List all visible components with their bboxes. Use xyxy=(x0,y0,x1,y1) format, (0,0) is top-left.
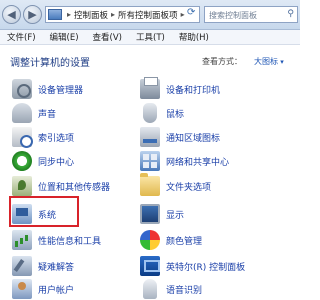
search-icon[interactable]: ⚲ xyxy=(287,9,294,19)
arrow-left-icon: ◀ xyxy=(7,8,16,21)
address-bar: ◀ ▶ ▸ 控制面板 ▸ 所有控制面板项 ▸ ⟳ 搜索控制面板 ⚲ xyxy=(0,0,300,30)
notification-area-icon xyxy=(140,127,160,147)
item-label: 性能信息和工具 xyxy=(38,236,102,247)
item-sound[interactable]: 声音 xyxy=(12,102,56,124)
breadcrumb-all-items[interactable]: 所有控制面板项 xyxy=(118,9,178,21)
item-user-accounts[interactable]: 用户帐户 xyxy=(12,278,74,300)
arrow-right-icon: ▶ xyxy=(28,8,37,21)
item-label: 声音 xyxy=(38,109,57,120)
performance-icon xyxy=(12,230,32,250)
menu-edit[interactable]: 编辑(E) xyxy=(43,31,86,43)
breadcrumb-separator-icon[interactable]: ▸ xyxy=(111,10,115,19)
item-location[interactable]: 位置和其他传感器 xyxy=(12,175,110,197)
item-device-manager[interactable]: 设备管理器 xyxy=(12,78,83,100)
item-label: 位置和其他传感器 xyxy=(38,182,111,193)
folder-icon xyxy=(140,173,160,196)
breadcrumb[interactable]: ▸ 控制面板 ▸ 所有控制面板项 ▸ xyxy=(45,6,200,23)
breadcrumb-separator-icon[interactable]: ▸ xyxy=(181,10,185,19)
display-icon xyxy=(140,204,160,224)
item-label: 疑难解答 xyxy=(38,262,75,273)
view-by-label: 查看方式： xyxy=(202,57,242,66)
indexing-icon xyxy=(12,127,33,148)
printer-icon xyxy=(140,77,160,99)
search-input[interactable]: 搜索控制面板 ⚲ xyxy=(204,6,298,23)
item-label: 颜色管理 xyxy=(166,236,203,247)
item-label: 系统 xyxy=(38,210,57,221)
view-by-dropdown[interactable]: 大图标 xyxy=(254,56,284,67)
sync-center-icon xyxy=(12,151,32,171)
item-label: 文件夹选项 xyxy=(166,182,212,193)
item-label: 用户帐户 xyxy=(38,285,75,296)
breadcrumb-control-panel[interactable]: 控制面板 xyxy=(74,9,108,21)
back-button[interactable]: ◀ xyxy=(2,5,21,24)
network-icon xyxy=(140,151,160,171)
troubleshooting-icon xyxy=(12,256,32,276)
item-label: 同步中心 xyxy=(38,157,75,168)
item-display[interactable]: 显示 xyxy=(140,203,184,225)
item-folder-options[interactable]: 文件夹选项 xyxy=(140,173,212,197)
location-icon xyxy=(12,176,32,196)
item-label: 设备管理器 xyxy=(38,85,84,96)
menu-tools[interactable]: 工具(T) xyxy=(129,31,172,43)
refresh-icon[interactable]: ⟳ xyxy=(187,7,195,18)
item-color-management[interactable]: 颜色管理 xyxy=(140,229,202,251)
item-label: 显示 xyxy=(166,210,185,221)
sound-icon xyxy=(12,103,32,123)
item-label: 语音识别 xyxy=(166,285,203,296)
item-label: 英特尔(R) 控制面板 xyxy=(166,262,246,273)
menu-bar: 文件(F) 编辑(E) 查看(V) 工具(T) 帮助(H) xyxy=(0,30,300,45)
breadcrumb-separator-icon[interactable]: ▸ xyxy=(67,10,71,19)
device-manager-icon xyxy=(12,79,32,99)
item-system[interactable]: 系统 xyxy=(12,203,56,225)
system-icon xyxy=(12,204,32,224)
control-panel-icon xyxy=(48,9,62,20)
item-network-sharing[interactable]: 网络和共享中心 xyxy=(140,150,229,172)
user-accounts-icon xyxy=(12,279,32,299)
item-sync-center[interactable]: 同步中心 xyxy=(12,150,74,172)
item-label: 鼠标 xyxy=(166,109,185,120)
control-panel-items: 设备管理器 声音 索引选项 同步中心 位置和其他传感器 系统 性能信息和工具 疑… xyxy=(0,75,300,300)
item-label: 设备和打印机 xyxy=(166,85,221,96)
item-speech-recognition[interactable]: 语音识别 xyxy=(140,278,202,300)
item-notification-icons[interactable]: 通知区域图标 xyxy=(140,126,220,148)
item-devices-printers[interactable]: 设备和打印机 xyxy=(140,77,221,100)
item-indexing[interactable]: 索引选项 xyxy=(12,126,74,148)
item-label: 网络和共享中心 xyxy=(166,157,230,168)
content-header: 调整计算机的设置 查看方式： 大图标 xyxy=(0,45,300,75)
menu-help[interactable]: 帮助(H) xyxy=(172,31,216,43)
menu-file[interactable]: 文件(F) xyxy=(0,31,43,43)
item-intel-control-panel[interactable]: 英特尔(R) 控制面板 xyxy=(140,255,245,277)
forward-button[interactable]: ▶ xyxy=(23,5,42,24)
intel-icon xyxy=(140,256,160,276)
menu-view[interactable]: 查看(V) xyxy=(86,31,129,43)
item-performance[interactable]: 性能信息和工具 xyxy=(12,229,101,251)
item-troubleshooting[interactable]: 疑难解答 xyxy=(12,255,74,277)
speech-icon xyxy=(143,279,157,299)
item-label: 通知区域图标 xyxy=(166,133,221,144)
color-management-icon xyxy=(140,230,160,250)
page-title: 调整计算机的设置 xyxy=(10,58,90,69)
item-label: 索引选项 xyxy=(38,133,75,144)
search-placeholder: 搜索控制面板 xyxy=(209,11,257,20)
mouse-icon xyxy=(143,103,157,123)
item-mouse[interactable]: 鼠标 xyxy=(140,102,184,124)
